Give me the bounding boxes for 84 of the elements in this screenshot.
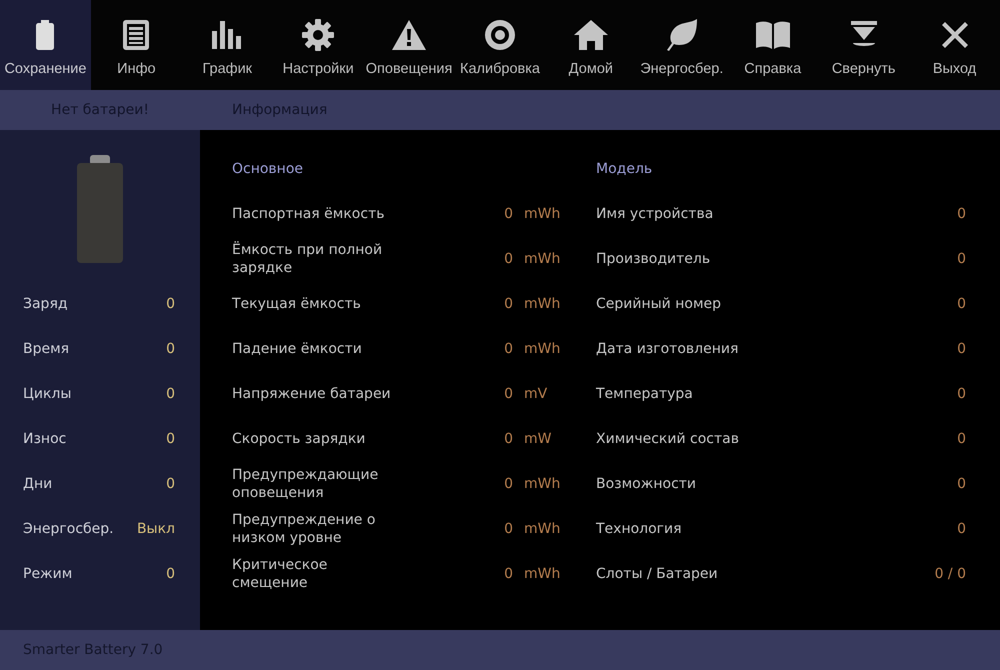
info-label: Температура — [596, 385, 694, 403]
toolbar-button[interactable]: Инфо — [90, 0, 182, 90]
document-list-icon — [123, 20, 150, 50]
section-heading: Модель — [596, 161, 652, 177]
toolbar-button[interactable]: Выход — [909, 0, 1000, 90]
info-label: Дата изготовления — [596, 340, 740, 358]
info-label: Имя устройства — [596, 205, 714, 223]
unit-label: mWh — [524, 476, 560, 492]
unit-label: mWh — [524, 251, 560, 267]
info-label: Скорость зарядки — [232, 430, 366, 448]
home-icon — [574, 20, 608, 50]
bar-chart-icon — [212, 21, 242, 49]
toolbar-button[interactable]: Домой — [545, 0, 636, 90]
stat-label: Износ — [23, 431, 66, 447]
info-label: Текущая ёмкость — [232, 295, 362, 313]
info-label: Технология — [596, 520, 683, 538]
info-value: 0 — [957, 431, 966, 447]
info-label: Слоты / Батареи — [596, 565, 719, 583]
info-label: Химический состав — [596, 430, 740, 448]
stat-value: 0 — [166, 341, 175, 357]
stat-label: Режим — [23, 566, 72, 582]
info-value: 0 — [504, 386, 513, 402]
leaf-icon — [666, 19, 697, 51]
stat-value: 0 — [166, 296, 175, 312]
unit-label: mWh — [524, 296, 560, 312]
info-value: 0 — [504, 251, 513, 267]
info-value: 0 — [504, 476, 513, 492]
target-icon — [484, 20, 515, 50]
toolbar-button[interactable]: Сохранение — [0, 0, 91, 90]
info-value: 0 — [504, 521, 513, 537]
stat-value: 0 — [166, 566, 175, 582]
info-value: 0 — [957, 341, 966, 357]
info-value: 0 — [957, 296, 966, 312]
info-label: Серийный номер — [596, 295, 722, 313]
stat-label: Энергосбер. — [23, 521, 114, 537]
info-value: 0 — [504, 296, 513, 312]
toolbar-button[interactable]: Свернуть — [818, 0, 910, 90]
info-value: 0 — [504, 206, 513, 222]
stat-value: 0 — [166, 476, 175, 492]
unit-label: mWh — [524, 341, 560, 357]
stat-label: Заряд — [23, 296, 68, 312]
info-value: 0 — [504, 566, 513, 582]
book-icon — [756, 21, 790, 49]
stat-value: 0 — [166, 431, 175, 447]
toolbar-button[interactable]: Справка — [727, 0, 818, 90]
info-value: 0 — [957, 521, 966, 537]
toolbar-button[interactable]: Настройки — [272, 0, 364, 90]
toolbar-button[interactable]: Энергосбер. — [636, 0, 728, 90]
close-icon — [942, 22, 968, 48]
stat-value: Выкл — [136, 521, 175, 537]
info-label: Предупреждение о низком уровне — [232, 511, 376, 547]
settings-icon — [302, 19, 334, 51]
stat-value: 0 — [166, 386, 175, 402]
info-value: 0 / 0 — [934, 566, 966, 582]
unit-label: mW — [524, 431, 552, 447]
info-label: Возможности — [596, 475, 698, 493]
info-value: 0 — [957, 386, 966, 402]
unit-label: mWh — [524, 206, 560, 222]
battery-icon — [36, 20, 54, 50]
minimize-icon — [850, 21, 877, 49]
unit-label: mV — [524, 386, 548, 402]
info-value: 0 — [957, 206, 966, 222]
battery-icon — [77, 155, 123, 263]
info-value: 0 — [504, 341, 513, 357]
stat-label: Циклы — [23, 386, 72, 402]
section-heading: Основное — [232, 161, 304, 177]
info-value: 0 — [957, 251, 966, 267]
toolbar-button[interactable]: Оповещения — [364, 0, 455, 90]
toolbar-button[interactable]: Калибровка — [454, 0, 546, 90]
toolbar-button[interactable]: График — [182, 0, 273, 90]
info-value: 0 — [957, 476, 966, 492]
warning-icon — [392, 20, 426, 50]
info-value: 0 — [504, 431, 513, 447]
info-label: Ёмкость при полной зарядке — [232, 241, 384, 277]
info-label: Предупреждающие оповещения — [232, 466, 380, 502]
stat-label: Время — [23, 341, 70, 357]
info-label: Напряжение батареи — [232, 385, 392, 403]
info-label: Критическое смещение — [232, 556, 328, 592]
info-label: Паспортная ёмкость — [232, 205, 386, 223]
info-label: Падение ёмкости — [232, 340, 363, 358]
stat-label: Дни — [23, 476, 52, 492]
unit-label: mWh — [524, 521, 560, 537]
unit-label: mWh — [524, 566, 560, 582]
info-label: Производитель — [596, 250, 712, 268]
